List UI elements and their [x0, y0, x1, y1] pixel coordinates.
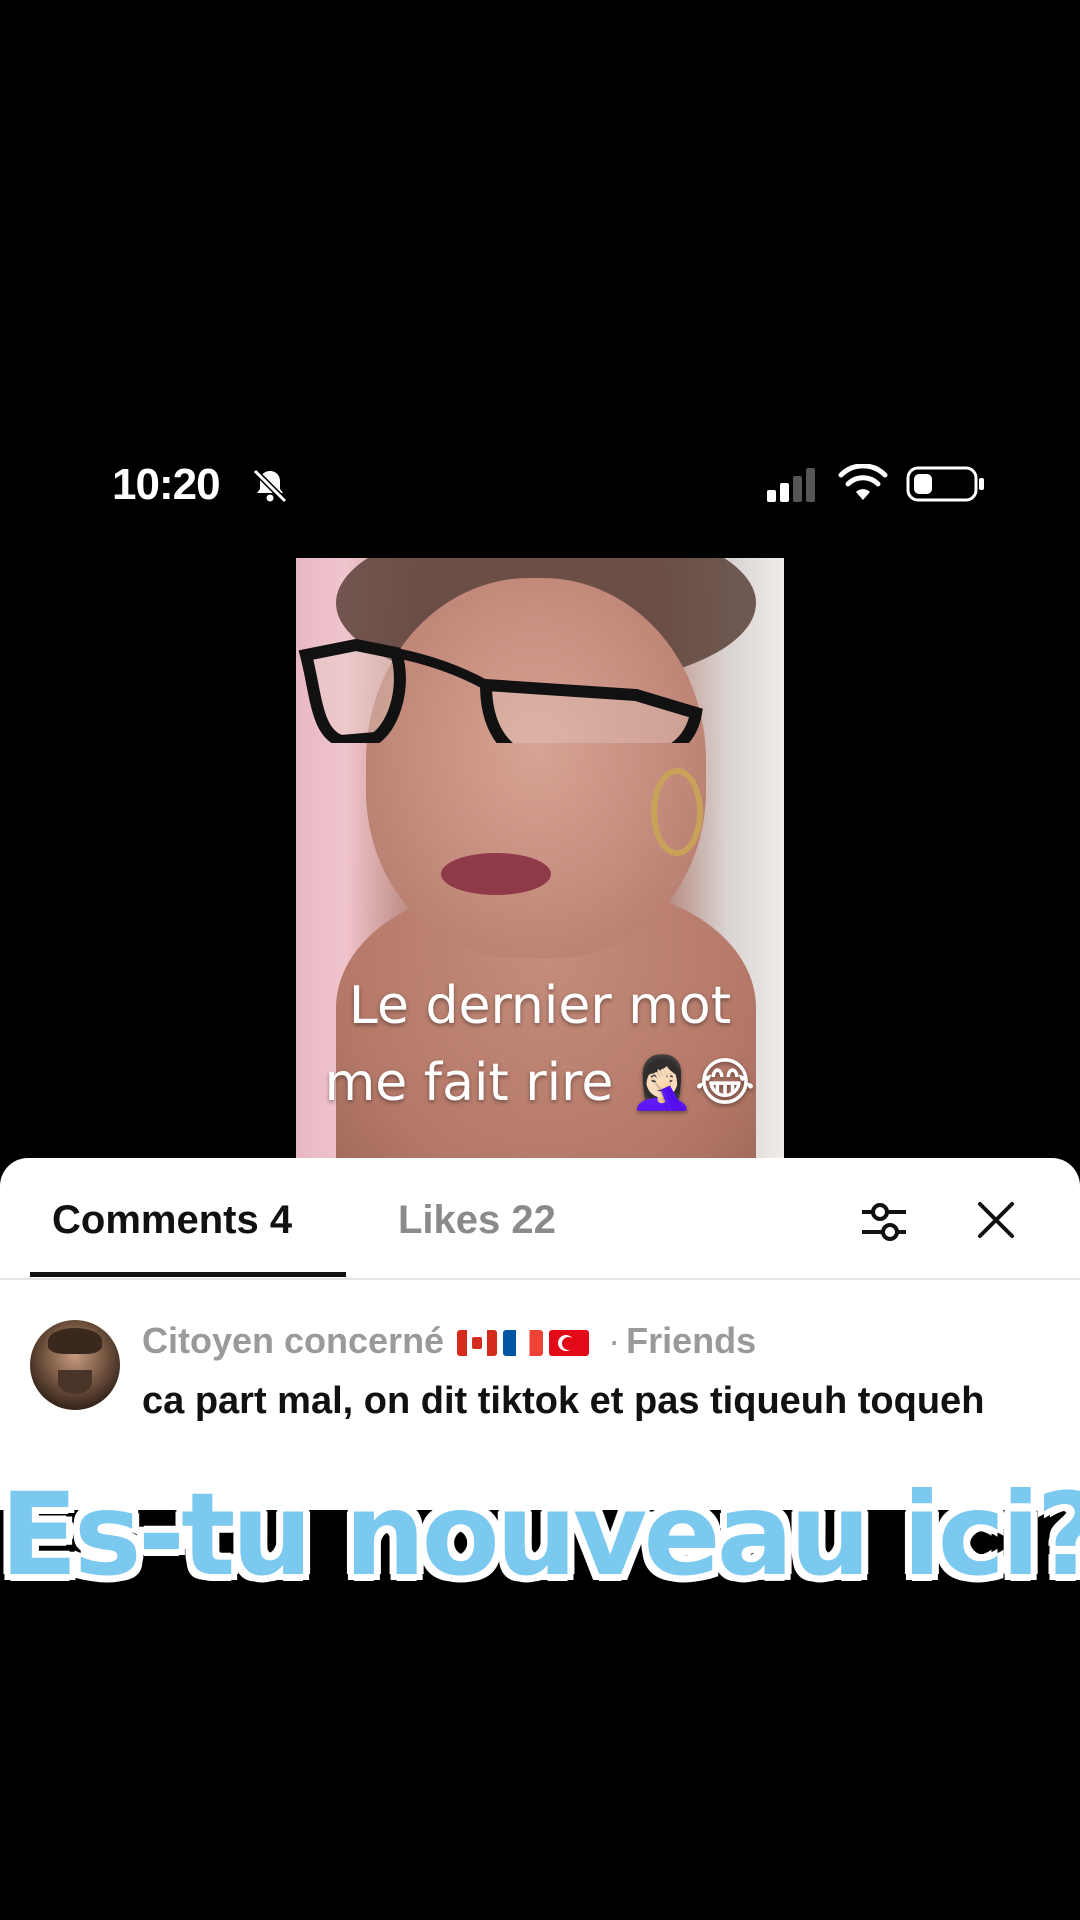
- comment-author-line[interactable]: Citoyen concerné · Friends: [142, 1320, 756, 1362]
- comment-author-name[interactable]: Citoyen concerné: [142, 1320, 444, 1361]
- video-player[interactable]: Le dernier mot me fait rire 🤦🏻‍♀️😂: [296, 558, 784, 1158]
- tab-comments[interactable]: Comments 4: [52, 1198, 292, 1243]
- video-caption-line-1: Le dernier mot: [348, 976, 732, 1036]
- sliders-icon[interactable]: [858, 1196, 910, 1248]
- tab-likes[interactable]: Likes 22: [398, 1198, 556, 1243]
- video-caption-line-2: me fait rire 🤦🏻‍♀️😂: [324, 1053, 756, 1113]
- comment-text: ca part mal, on dit tiktok et pas tiqueu…: [142, 1380, 985, 1422]
- active-tab-indicator: [30, 1272, 346, 1277]
- bell-slash-icon: [252, 468, 288, 504]
- avatar[interactable]: [30, 1320, 120, 1410]
- cellular-signal-icon: [767, 468, 815, 502]
- divider: [0, 1278, 1080, 1280]
- battery-low-icon: [906, 466, 984, 502]
- comment-relation-badge: Friends: [626, 1320, 757, 1361]
- turkey-flag-icon: [549, 1330, 590, 1357]
- overlay-banner: Es-tu nouveau ici?: [0, 1465, 1080, 1604]
- france-flag-icon: [503, 1330, 544, 1357]
- close-icon[interactable]: [972, 1196, 1020, 1244]
- separator-dot: ·: [608, 1320, 621, 1361]
- wifi-icon: [838, 464, 888, 500]
- glasses-graphic: [298, 638, 703, 743]
- status-time: 10:20: [112, 460, 221, 509]
- video-person-lips: [441, 853, 551, 895]
- canada-flag-icon: [457, 1330, 498, 1357]
- comments-sheet: Comments 4 Likes 22 Citoyen concerné · Fr…: [0, 1158, 1080, 1510]
- phone-screen: 10:20 Le dernier mot me fait r: [0, 410, 1080, 1510]
- earring-graphic: [651, 768, 703, 856]
